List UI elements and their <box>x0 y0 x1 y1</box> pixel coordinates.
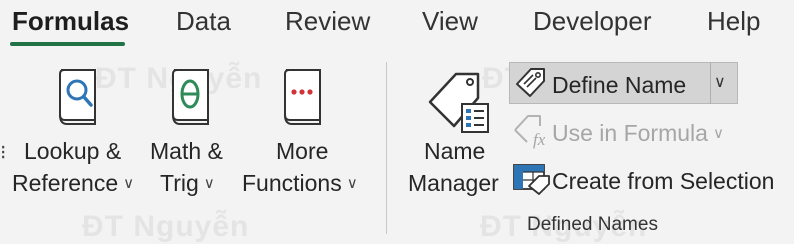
create-from-selection-icon <box>513 164 550 195</box>
group-label-defined-names: Defined Names <box>527 214 658 235</box>
more-label-line2: Functions ∨ <box>242 170 358 196</box>
group-separator <box>386 62 387 234</box>
tab-help[interactable]: Help <box>707 6 760 37</box>
watermark: ĐT Nguyễn <box>82 210 250 243</box>
math-label-line1: Math & <box>150 138 223 164</box>
define-name-split-divider <box>710 62 711 104</box>
partial-button-edge: ⁝ <box>0 142 7 164</box>
tab-formulas[interactable]: Formulas <box>12 6 129 37</box>
chevron-down-icon: ∨ <box>712 124 724 142</box>
chevron-down-icon: ∨ <box>203 174 215 192</box>
chevron-down-icon[interactable]: ∨ <box>714 72 726 92</box>
lookup-book-icon <box>59 69 96 125</box>
name-manager-label-line2: Manager <box>408 170 499 196</box>
more-label-line1: More <box>276 138 329 164</box>
name-manager-icon <box>428 72 489 133</box>
lookup-label-line1: Lookup & <box>24 138 122 164</box>
svg-text:fx: fx <box>533 130 546 149</box>
lookup-label-line2: Reference ∨ <box>12 170 135 196</box>
use-in-formula-label: Use in Formula ∨ <box>552 120 724 146</box>
tag-icon <box>516 68 545 97</box>
tab-review[interactable]: Review <box>285 6 370 37</box>
tab-data[interactable]: Data <box>176 6 231 37</box>
chevron-down-icon: ∨ <box>123 174 135 192</box>
tab-developer[interactable]: Developer <box>533 6 652 37</box>
tab-view[interactable]: View <box>422 6 478 37</box>
chevron-down-icon: ∨ <box>346 174 358 192</box>
active-tab-indicator <box>10 42 125 46</box>
define-name-label: Define Name <box>552 72 687 98</box>
create-from-selection-label: Create from Selection <box>552 168 775 194</box>
math-book-icon <box>172 69 209 125</box>
name-manager-label-line1: Name <box>424 138 486 164</box>
math-label-line2: Trig ∨ <box>160 170 215 196</box>
more-functions-book-icon <box>284 69 321 125</box>
tag-fx-icon: fx <box>514 115 546 149</box>
